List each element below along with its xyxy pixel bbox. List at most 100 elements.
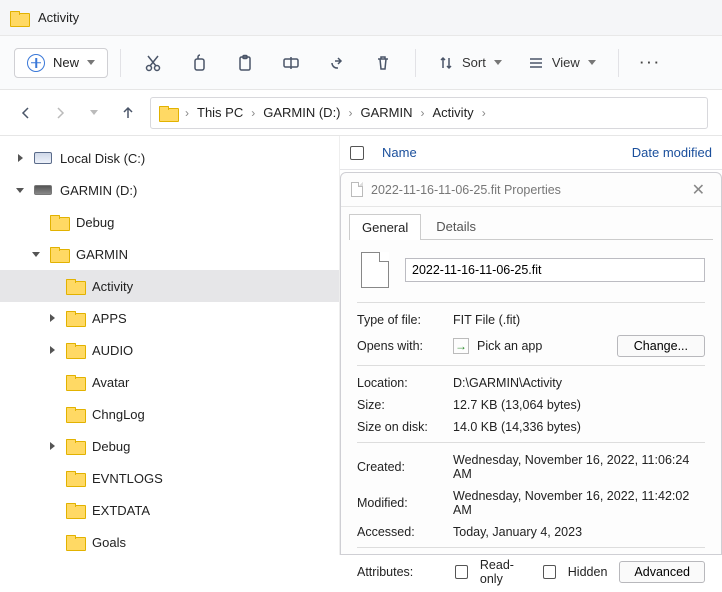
view-label: View	[552, 55, 580, 70]
tree-item-garmin-d[interactable]: GARMIN (D:)	[0, 174, 339, 206]
column-date[interactable]: Date modified	[632, 145, 712, 160]
tree-item-extdata[interactable]: EXTDATA	[0, 494, 339, 526]
share-button[interactable]	[317, 44, 357, 82]
chevron-down-icon	[90, 110, 98, 115]
row-location: Location: D:\GARMIN\Activity	[357, 376, 705, 390]
plus-icon	[27, 54, 45, 72]
chevron-right-icon: ›	[482, 106, 486, 120]
collapse-icon[interactable]	[30, 252, 42, 257]
tree-item-garmin[interactable]: GARMIN	[0, 238, 339, 270]
tree-label: GARMIN (D:)	[60, 183, 137, 198]
main-area: Local Disk (C:) GARMIN (D:) Debug GARMIN…	[0, 136, 722, 555]
filename-input[interactable]	[405, 258, 705, 282]
expand-icon[interactable]	[46, 442, 58, 450]
divider	[120, 49, 121, 77]
breadcrumb-item[interactable]: GARMIN (D:)	[263, 105, 340, 120]
divider	[357, 547, 705, 548]
tree-item-debug[interactable]: Debug	[0, 206, 339, 238]
breadcrumb-item[interactable]: Activity	[433, 105, 474, 120]
tree-item-chnglog[interactable]: ChngLog	[0, 398, 339, 430]
breadcrumb-bar[interactable]: › This PC › GARMIN (D:) › GARMIN › Activ…	[150, 97, 708, 129]
tab-general[interactable]: General	[349, 214, 421, 240]
chevron-right-icon: ›	[421, 106, 425, 120]
window-title: Activity	[38, 10, 79, 25]
dialog-title: 2022-11-16-11-06-25.fit Properties	[371, 183, 561, 197]
drive-icon	[34, 185, 52, 195]
dialog-titlebar[interactable]: 2022-11-16-11-06-25.fit Properties ✕	[341, 173, 721, 207]
label-location: Location:	[357, 376, 453, 390]
tree-item-local-disk[interactable]: Local Disk (C:)	[0, 142, 339, 174]
value-type-of-file: FIT File (.fit)	[453, 313, 705, 327]
view-icon	[528, 55, 544, 71]
readonly-checkbox[interactable]	[455, 565, 468, 579]
folder-icon	[50, 247, 68, 261]
row-size-on-disk: Size on disk: 14.0 KB (14,336 bytes)	[357, 420, 705, 434]
tree-item-avatar[interactable]: Avatar	[0, 366, 339, 398]
tree-item-debug2[interactable]: Debug	[0, 430, 339, 462]
expand-icon[interactable]	[46, 346, 58, 354]
value-created: Wednesday, November 16, 2022, 11:06:24 A…	[453, 453, 705, 481]
row-opens-with: Opens with: → Pick an app Change...	[357, 335, 705, 357]
delete-button[interactable]	[363, 44, 403, 82]
collapse-icon[interactable]	[14, 188, 26, 193]
change-button[interactable]: Change...	[617, 335, 705, 357]
folder-icon	[159, 106, 177, 120]
advanced-button[interactable]: Advanced	[619, 561, 705, 583]
tree-item-goals[interactable]: Goals	[0, 526, 339, 555]
row-size: Size: 12.7 KB (13,064 bytes)	[357, 398, 705, 412]
label-type-of-file: Type of file:	[357, 313, 453, 327]
recent-button[interactable]	[82, 101, 106, 125]
value-location: D:\GARMIN\Activity	[453, 376, 705, 390]
divider	[618, 49, 619, 77]
folder-icon	[66, 375, 84, 389]
sort-button[interactable]: Sort	[428, 44, 512, 82]
view-button[interactable]: View	[518, 44, 606, 82]
tree-item-audio[interactable]: AUDIO	[0, 334, 339, 366]
tree-item-apps[interactable]: APPS	[0, 302, 339, 334]
folder-icon	[10, 11, 28, 25]
select-all-checkbox[interactable]	[350, 146, 364, 160]
chevron-down-icon	[87, 60, 95, 65]
tree-item-activity[interactable]: Activity	[0, 270, 339, 302]
value-accessed: Today, January 4, 2023	[453, 525, 705, 539]
label-size: Size:	[357, 398, 453, 412]
up-button[interactable]	[116, 101, 140, 125]
value-modified: Wednesday, November 16, 2022, 11:42:02 A…	[453, 489, 705, 517]
new-button[interactable]: New	[14, 48, 108, 78]
tree-label: ChngLog	[92, 407, 145, 422]
column-header: Name Date modified	[340, 136, 722, 170]
row-type: Type of file: FIT File (.fit)	[357, 313, 705, 327]
tree-label: Avatar	[92, 375, 129, 390]
breadcrumb-item[interactable]: GARMIN	[361, 105, 413, 120]
tree-label: APPS	[92, 311, 127, 326]
more-button[interactable]: ···	[631, 44, 671, 82]
row-accessed: Accessed: Today, January 4, 2023	[357, 525, 705, 539]
back-button[interactable]	[14, 101, 38, 125]
folder-icon	[66, 279, 84, 293]
divider	[415, 49, 416, 77]
expand-icon[interactable]	[46, 314, 58, 322]
sort-label: Sort	[462, 55, 486, 70]
rename-button[interactable]	[271, 44, 311, 82]
copy-button[interactable]	[179, 44, 219, 82]
cut-button[interactable]	[133, 44, 173, 82]
tree-label: Debug	[92, 439, 130, 454]
paste-button[interactable]	[225, 44, 265, 82]
chevron-right-icon: ›	[185, 106, 189, 120]
value-size: 12.7 KB (13,064 bytes)	[453, 398, 705, 412]
row-created: Created: Wednesday, November 16, 2022, 1…	[357, 453, 705, 481]
forward-button[interactable]	[48, 101, 72, 125]
hidden-checkbox[interactable]	[543, 565, 556, 579]
close-button[interactable]: ✕	[686, 180, 711, 200]
expand-icon[interactable]	[14, 154, 26, 162]
new-label: New	[53, 55, 79, 70]
folder-icon	[66, 407, 84, 421]
divider	[357, 442, 705, 443]
value-opens-with: Pick an app	[477, 339, 542, 353]
tree-item-evntlogs[interactable]: EVNTLOGS	[0, 462, 339, 494]
tab-details[interactable]: Details	[423, 213, 489, 239]
breadcrumb-item[interactable]: This PC	[197, 105, 243, 120]
sidebar-tree: Local Disk (C:) GARMIN (D:) Debug GARMIN…	[0, 136, 340, 555]
folder-icon	[50, 215, 68, 229]
column-name[interactable]: Name	[378, 145, 618, 160]
